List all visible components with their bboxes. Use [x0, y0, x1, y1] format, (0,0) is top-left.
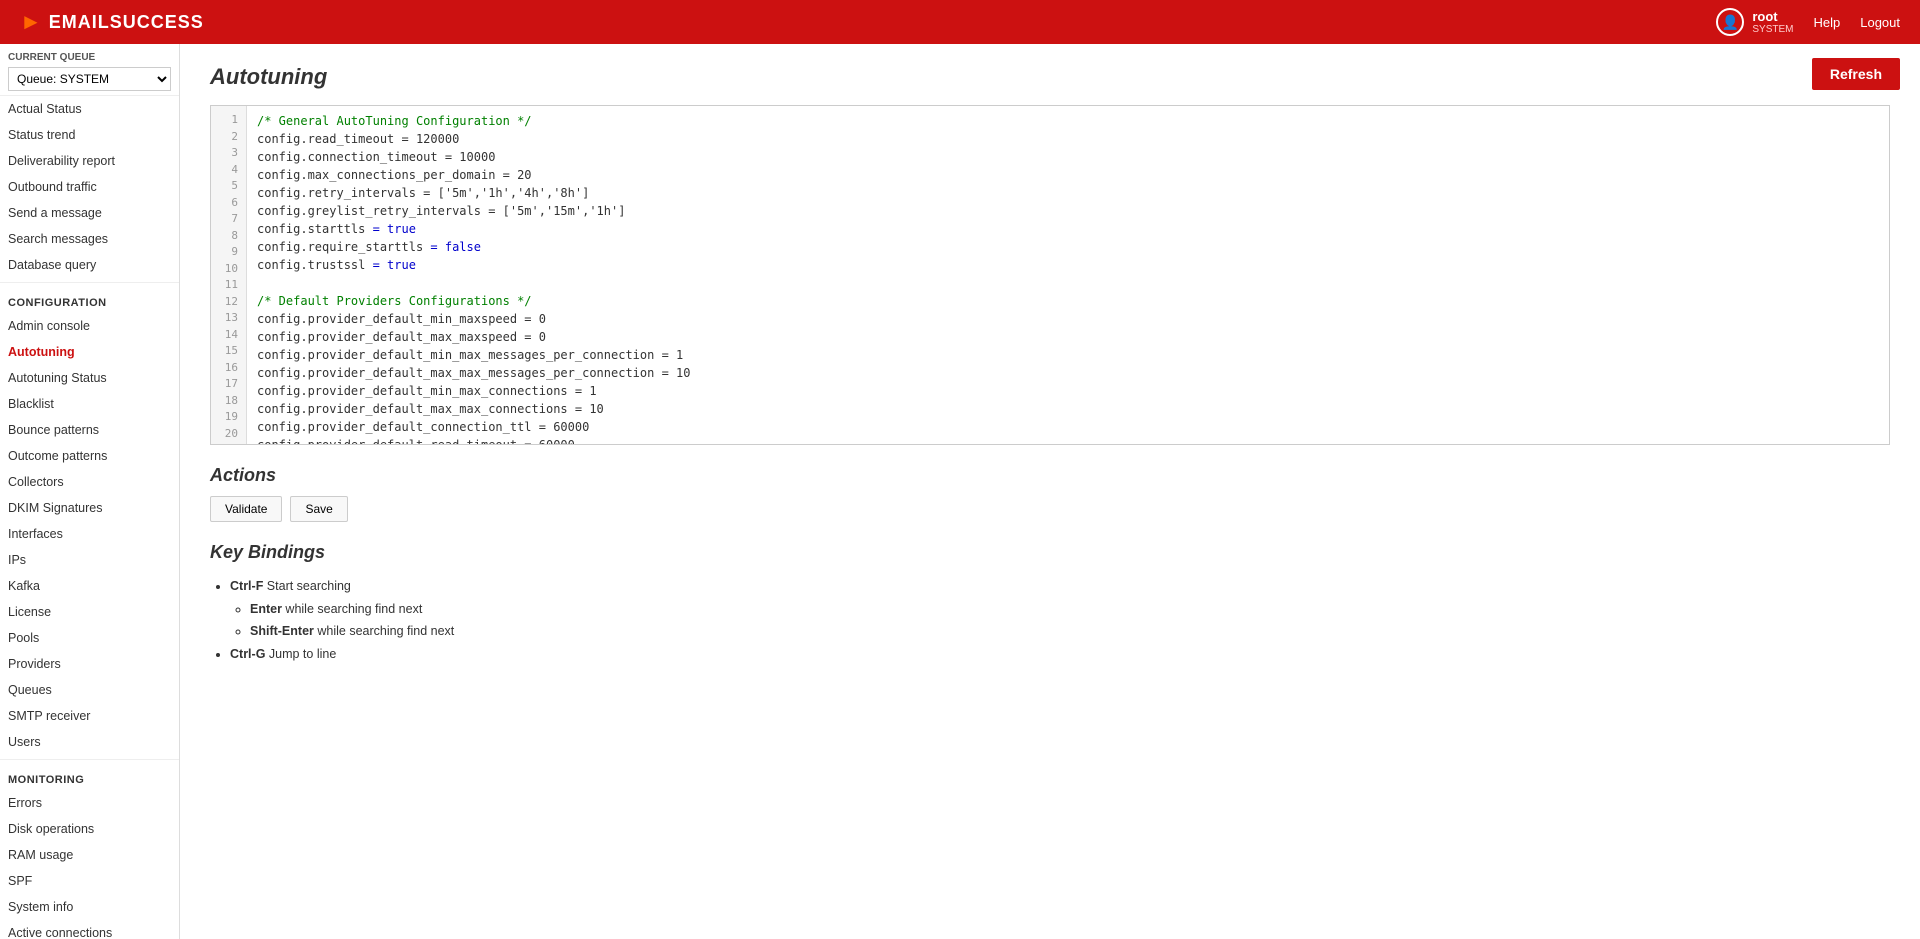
keybinding-key: Ctrl-G [230, 647, 265, 661]
line-number: 19 [211, 409, 246, 426]
sidebar-item-database-query[interactable]: Database query [0, 252, 179, 278]
line-number: 5 [211, 178, 246, 195]
code-content[interactable]: /* General AutoTuning Configuration */ c… [247, 106, 1889, 445]
keybinding-sub-key: Enter [250, 602, 282, 616]
sidebar-item-deliverability-report[interactable]: Deliverability report [0, 148, 179, 174]
user-info: 👤 root SYSTEM [1716, 8, 1793, 36]
nav-section: Actual StatusStatus trendDeliverability … [0, 96, 179, 278]
queue-section: CURRENT QUEUE Queue: SYSTEM [0, 44, 179, 96]
configuration-section-label: CONFIGURATION [0, 287, 179, 313]
sidebar-item-autotuning-status[interactable]: Autotuning Status [0, 365, 179, 391]
monitoring-section-label: MONITORING [0, 764, 179, 790]
sidebar-item-providers[interactable]: Providers [0, 651, 179, 677]
line-number: 9 [211, 244, 246, 261]
user-subtitle: SYSTEM [1752, 24, 1793, 35]
sidebar-item-interfaces[interactable]: Interfaces [0, 521, 179, 547]
line-numbers: 1234567891011121314151617181920212223242… [211, 106, 247, 445]
line-number: 8 [211, 228, 246, 245]
line-number: 13 [211, 310, 246, 327]
sidebar-item-status-trend[interactable]: Status trend [0, 122, 179, 148]
logo-text: EMAILSUCCESS [49, 12, 204, 33]
sidebar-item-admin-console[interactable]: Admin console [0, 313, 179, 339]
line-number: 11 [211, 277, 246, 294]
sidebar-item-system-info[interactable]: System info [0, 894, 179, 920]
keybindings-title: Key Bindings [210, 542, 1890, 563]
sidebar-item-collectors[interactable]: Collectors [0, 469, 179, 495]
actions-title: Actions [210, 465, 1890, 486]
sidebar-item-spf[interactable]: SPF [0, 868, 179, 894]
line-number: 12 [211, 294, 246, 311]
divider-monitoring [0, 759, 179, 760]
avatar: 👤 [1716, 8, 1744, 36]
keybindings-list: Ctrl-F Start searching Enter while search… [210, 575, 1890, 665]
keybinding-sub-desc: while searching find next [282, 602, 422, 616]
sidebar-item-bounce-patterns[interactable]: Bounce patterns [0, 417, 179, 443]
sidebar-item-actual-status[interactable]: Actual Status [0, 96, 179, 122]
sidebar-item-queues[interactable]: Queues [0, 677, 179, 703]
keybinding-desc: Jump to line [265, 647, 336, 661]
keybinding-item: Ctrl-F Start searching Enter while search… [230, 575, 1890, 643]
line-number: 3 [211, 145, 246, 162]
line-number: 21 [211, 442, 246, 445]
logo: ► EMAILSUCCESS [20, 9, 204, 35]
header: ► EMAILSUCCESS 👤 root SYSTEM Help Logout [0, 0, 1920, 44]
config-section: Admin consoleAutotuningAutotuning Status… [0, 313, 179, 755]
line-number: 4 [211, 162, 246, 179]
username-block: root SYSTEM [1752, 9, 1793, 35]
sidebar-item-users[interactable]: Users [0, 729, 179, 755]
actions-buttons: Validate Save [210, 496, 1890, 522]
logout-link[interactable]: Logout [1860, 15, 1900, 30]
queue-select[interactable]: Queue: SYSTEM [8, 67, 171, 91]
line-number: 1 [211, 112, 246, 129]
keybinding-sub-desc: while searching find next [314, 624, 454, 638]
sidebar-item-dkim-signatures[interactable]: DKIM Signatures [0, 495, 179, 521]
keybinding-key: Ctrl-F [230, 579, 263, 593]
keybinding-desc: Start searching [263, 579, 351, 593]
sidebar-item-kafka[interactable]: Kafka [0, 573, 179, 599]
sidebar-item-send-message[interactable]: Send a message [0, 200, 179, 226]
sidebar-item-errors[interactable]: Errors [0, 790, 179, 816]
line-number: 20 [211, 426, 246, 443]
keybinding-sub-item: Shift-Enter while searching find next [250, 620, 1890, 643]
queue-label: CURRENT QUEUE [8, 52, 171, 63]
keybinding-item: Ctrl-G Jump to line [230, 643, 1890, 666]
line-number: 10 [211, 261, 246, 278]
line-number: 6 [211, 195, 246, 212]
divider-config [0, 282, 179, 283]
sidebar-item-license[interactable]: License [0, 599, 179, 625]
page-title: Autotuning [210, 64, 1890, 90]
logo-arrow: ► [20, 9, 43, 35]
sidebar-item-blacklist[interactable]: Blacklist [0, 391, 179, 417]
header-right: 👤 root SYSTEM Help Logout [1716, 8, 1900, 36]
sidebar-item-ram-usage[interactable]: RAM usage [0, 842, 179, 868]
sidebar-item-search-messages[interactable]: Search messages [0, 226, 179, 252]
code-editor[interactable]: 1234567891011121314151617181920212223242… [210, 105, 1890, 445]
monitoring-section: ErrorsDisk operationsRAM usageSPFSystem … [0, 790, 179, 939]
sidebar-item-outcome-patterns[interactable]: Outcome patterns [0, 443, 179, 469]
keybinding-sub-item: Enter while searching find next [250, 598, 1890, 621]
sidebar-item-autotuning[interactable]: Autotuning [0, 339, 179, 365]
sidebar-item-active-connections[interactable]: Active connections [0, 920, 179, 939]
save-button[interactable]: Save [290, 496, 347, 522]
sidebar-item-pools[interactable]: Pools [0, 625, 179, 651]
refresh-button[interactable]: Refresh [1812, 58, 1900, 90]
line-number: 17 [211, 376, 246, 393]
line-number: 7 [211, 211, 246, 228]
sidebar-item-ips[interactable]: IPs [0, 547, 179, 573]
line-number: 15 [211, 343, 246, 360]
line-number: 2 [211, 129, 246, 146]
sidebar-item-disk-operations[interactable]: Disk operations [0, 816, 179, 842]
line-number: 14 [211, 327, 246, 344]
help-link[interactable]: Help [1813, 15, 1840, 30]
username: root [1752, 9, 1793, 24]
validate-button[interactable]: Validate [210, 496, 282, 522]
sidebar-item-outbound-traffic[interactable]: Outbound traffic [0, 174, 179, 200]
keybinding-sub-key: Shift-Enter [250, 624, 314, 638]
main-content: Refresh Autotuning 123456789101112131415… [180, 44, 1920, 939]
sidebar-item-smtp-receiver[interactable]: SMTP receiver [0, 703, 179, 729]
sidebar: CURRENT QUEUE Queue: SYSTEM Actual Statu… [0, 44, 180, 939]
line-number: 16 [211, 360, 246, 377]
line-number: 18 [211, 393, 246, 410]
